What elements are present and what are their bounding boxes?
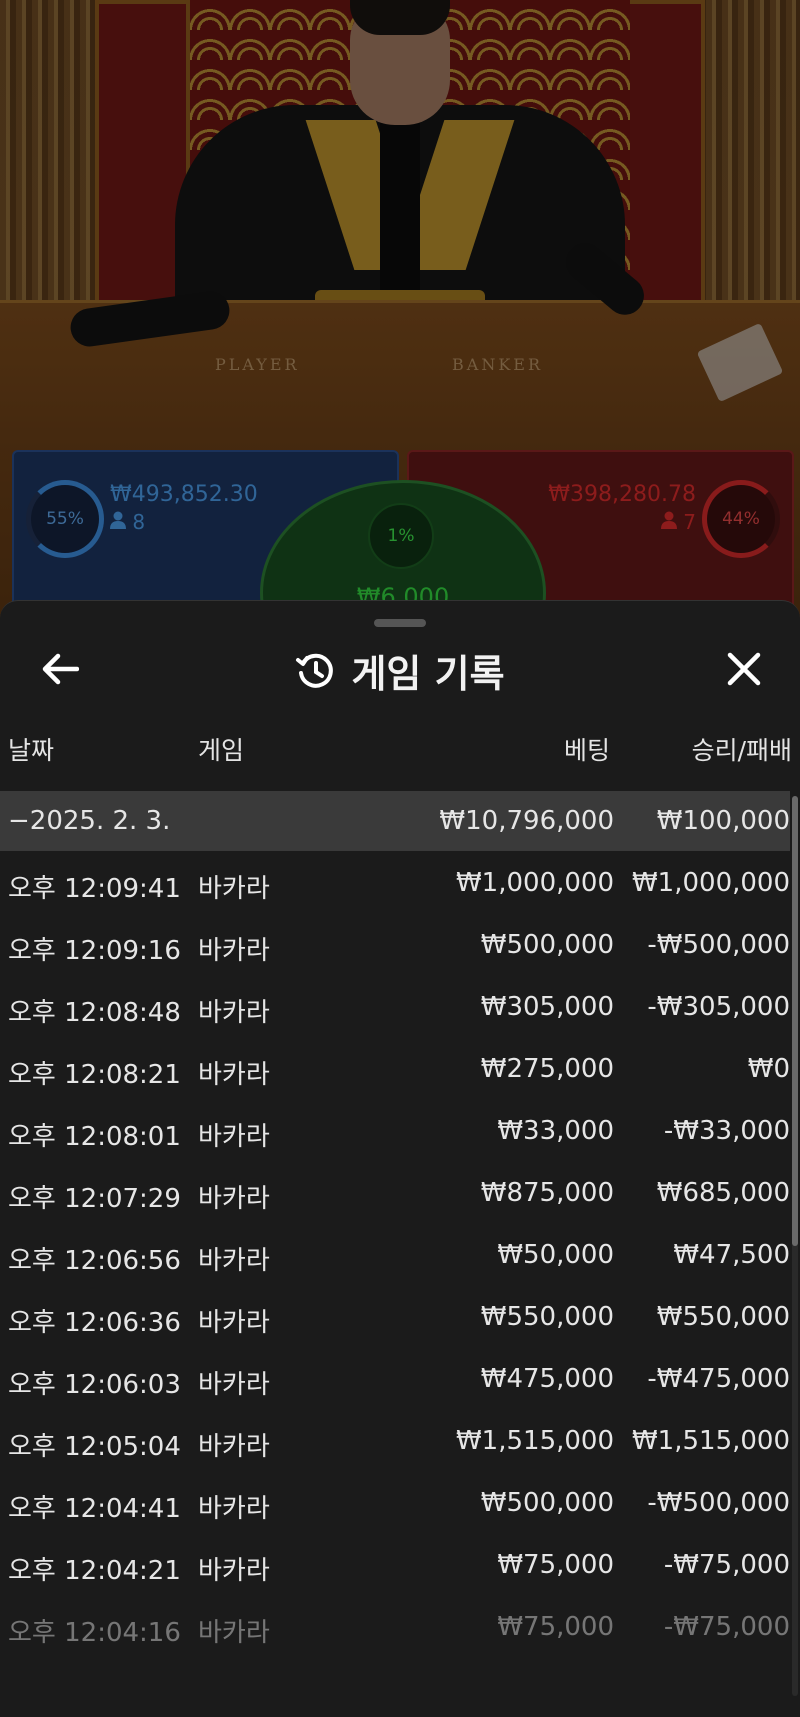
- column-game: 게임: [198, 736, 245, 765]
- sheet-title: 게임 기록: [351, 652, 505, 696]
- day-result-total: ₩100,000: [656, 806, 790, 836]
- table-row[interactable]: 오후 12:04:21 바카라 ₩75,000 -₩75,000: [0, 1535, 790, 1597]
- sheet-header: 게임 기록: [0, 637, 800, 701]
- game-history-sheet: 게임 기록 날짜 게임 베팅 승리/패배 −2025. 2. 3. ₩10,79…: [0, 600, 800, 1717]
- column-date: 날짜: [8, 736, 55, 765]
- day-date: −2025. 2. 3.: [8, 806, 171, 836]
- column-result: 승리/패배: [691, 736, 792, 765]
- sheet-drag-handle[interactable]: [374, 619, 426, 627]
- live-video-stream: PLAYER BANKER 55% ₩493,852.30 8 44% ₩398…: [0, 0, 800, 640]
- dim-overlay: [0, 0, 800, 640]
- column-bet: 베팅: [563, 736, 610, 765]
- table-row[interactable]: 오후 12:08:48 바카라 ₩305,000 -₩305,000: [0, 977, 790, 1039]
- table-row[interactable]: 오후 12:09:41 바카라 ₩1,000,000 ₩1,000,000: [0, 853, 790, 915]
- table-row[interactable]: 오후 12:07:29 바카라 ₩875,000 ₩685,000: [0, 1163, 790, 1225]
- day-bet-total: ₩10,796,000: [439, 806, 614, 836]
- table-header: 날짜 게임 베팅 승리/패배: [0, 731, 800, 767]
- table-row[interactable]: 오후 12:08:21 바카라 ₩275,000 ₩0: [0, 1039, 790, 1101]
- table-row[interactable]: 오후 12:06:03 바카라 ₩475,000 -₩475,000: [0, 1349, 790, 1411]
- day-summary-row[interactable]: −2025. 2. 3. ₩10,796,000 ₩100,000: [0, 791, 790, 851]
- table-row[interactable]: 오후 12:06:56 바카라 ₩50,000 ₩47,500: [0, 1225, 790, 1287]
- history-clock-icon: [296, 653, 334, 688]
- table-row[interactable]: 오후 12:04:41 바카라 ₩500,000 -₩500,000: [0, 1473, 790, 1535]
- close-button[interactable]: [720, 649, 768, 689]
- table-row[interactable]: 오후 12:04:16 바카라 ₩75,000 -₩75,000: [0, 1597, 790, 1659]
- table-row[interactable]: 오후 12:09:16 바카라 ₩500,000 -₩500,000: [0, 915, 790, 977]
- close-icon: [727, 652, 761, 686]
- table-row[interactable]: 오후 12:05:04 바카라 ₩1,515,000 ₩1,515,000: [0, 1411, 790, 1473]
- history-list: −2025. 2. 3. ₩10,796,000 ₩100,000 오후 12:…: [0, 791, 790, 1659]
- scrollbar[interactable]: [792, 796, 798, 1246]
- table-row[interactable]: 오후 12:08:01 바카라 ₩33,000 -₩33,000: [0, 1101, 790, 1163]
- table-row[interactable]: 오후 12:06:36 바카라 ₩550,000 ₩550,000: [0, 1287, 790, 1349]
